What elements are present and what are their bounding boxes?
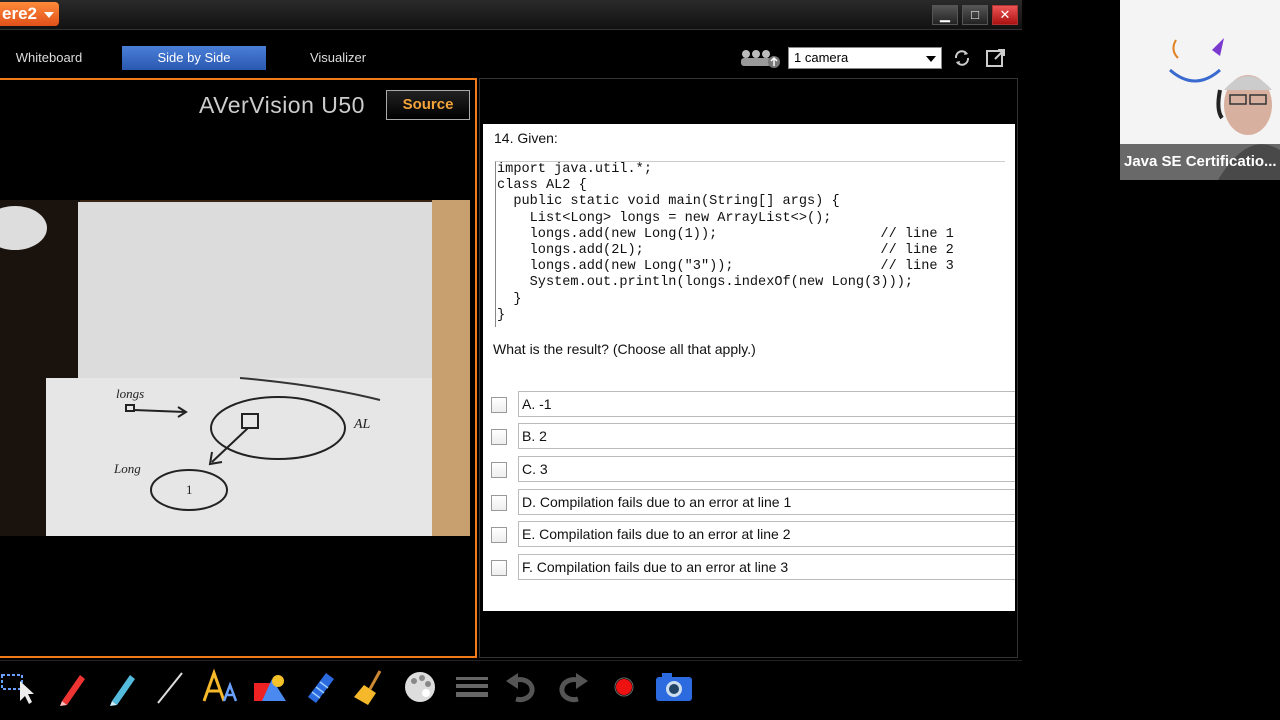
option-label: D. Compilation fails due to an error at … (518, 489, 1015, 515)
close-button[interactable]: ✕ (992, 5, 1018, 25)
option-checkbox[interactable] (491, 560, 507, 576)
option-e[interactable]: E. Compilation fails due to an error at … (483, 521, 1015, 549)
option-d[interactable]: D. Compilation fails due to an error at … (483, 489, 1015, 517)
option-a[interactable]: A. -1 (483, 391, 1015, 419)
option-label: C. 3 (518, 456, 1015, 482)
question-title: 14. Given: (494, 130, 558, 146)
clear-broom-icon[interactable] (350, 667, 390, 707)
color-palette-icon[interactable] (400, 667, 440, 707)
presenter-webcam: Java SE Certificatio... (1120, 0, 1280, 180)
tab-whiteboard[interactable]: Whiteboard (0, 46, 121, 70)
camera-select-value: 1 camera (794, 50, 849, 65)
app-menu-button[interactable]: ere2 (0, 2, 59, 26)
option-checkbox[interactable] (491, 527, 507, 543)
option-label: F. Compilation fails due to an error at … (518, 554, 1015, 580)
note-one: 1 (186, 482, 193, 497)
note-long: Long (113, 461, 141, 476)
blue-highlighter-icon[interactable] (102, 667, 142, 707)
question-panel: 14. Given: import java.util.*; class AL2… (483, 124, 1015, 611)
code-block: import java.util.*; class AL2 { public s… (495, 161, 1005, 327)
redo-icon[interactable] (552, 667, 592, 707)
camera-snapshot-icon[interactable] (654, 667, 694, 707)
note-al: AL (353, 417, 371, 432)
option-label: A. -1 (518, 391, 1015, 417)
title-bar: ere2 ▁ □ ✕ (0, 0, 1022, 30)
minimize-button[interactable]: ▁ (932, 5, 958, 25)
option-label: E. Compilation fails due to an error at … (518, 521, 1015, 547)
camera-panel: AVerVision U50 Source longs AL Long 1 (0, 78, 477, 658)
shapes-tool-icon[interactable] (250, 667, 290, 707)
option-checkbox[interactable] (491, 397, 507, 413)
option-label: B. 2 (518, 423, 1015, 449)
option-c[interactable]: C. 3 (483, 456, 1015, 484)
external-window-icon[interactable] (984, 47, 1008, 69)
maximize-button[interactable]: □ (962, 5, 988, 25)
line-tool-icon[interactable] (150, 667, 190, 707)
red-pen-icon[interactable] (52, 667, 92, 707)
select-tool-icon[interactable] (0, 667, 40, 707)
option-checkbox[interactable] (491, 495, 507, 511)
eraser-icon[interactable] (300, 667, 340, 707)
note-longs: longs (116, 386, 144, 401)
app-window: ere2 ▁ □ ✕ Whiteboard Side by Side Visua… (0, 0, 1280, 720)
drawing-toolbar (0, 660, 1022, 720)
chevron-down-icon (926, 56, 936, 62)
option-f[interactable]: F. Compilation fails due to an error at … (483, 554, 1015, 582)
option-b[interactable]: B. 2 (483, 423, 1015, 451)
camera-feed: longs AL Long 1 (0, 200, 470, 536)
option-checkbox[interactable] (491, 429, 507, 445)
question-prompt: What is the result? (Choose all that app… (493, 341, 756, 357)
camera-title: AVerVision U50 (199, 92, 365, 118)
camera-select[interactable]: 1 camera (788, 47, 942, 69)
tab-side-by-side[interactable]: Side by Side (122, 46, 266, 70)
refresh-icon[interactable] (950, 47, 974, 69)
multi-camera-icon[interactable] (738, 46, 782, 70)
app-name: ere2 (2, 4, 37, 23)
option-checkbox[interactable] (491, 462, 507, 478)
webcam-label: Java SE Certificatio... (1120, 144, 1280, 180)
line-width-icon[interactable] (452, 667, 492, 707)
chevron-down-icon (43, 12, 54, 18)
tab-visualizer[interactable]: Visualizer (266, 46, 410, 70)
text-tool-icon[interactable] (200, 667, 240, 707)
undo-icon[interactable] (502, 667, 542, 707)
record-icon[interactable] (604, 667, 644, 707)
source-button[interactable]: Source (386, 90, 470, 120)
